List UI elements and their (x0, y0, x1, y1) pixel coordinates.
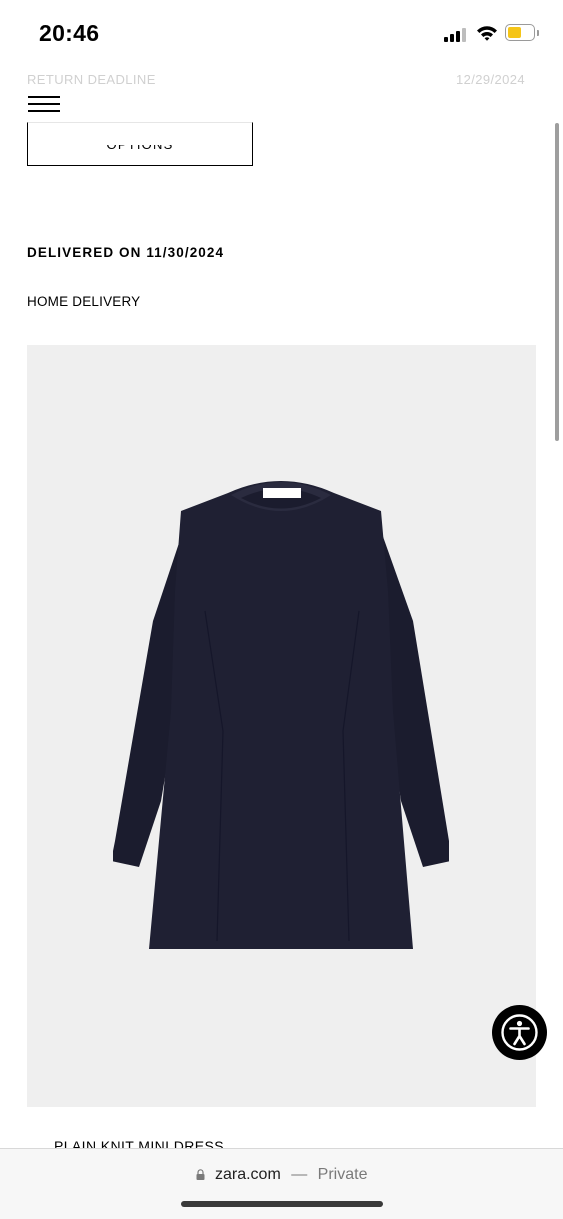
status-time: 20:46 (39, 20, 100, 46)
status-bar: 20:46 (0, 0, 563, 66)
options-button[interactable]: OPTIONS (27, 122, 253, 166)
delivery-type: HOME DELIVERY (27, 294, 141, 309)
delivered-date: DELIVERED ON 11/30/2024 (27, 245, 225, 260)
url-text: zara.com (214, 1166, 281, 1183)
accessibility-icon (501, 1014, 538, 1051)
menu-icon[interactable] (28, 96, 60, 112)
wifi-icon (477, 26, 497, 41)
options-button-mask (28, 123, 252, 145)
address-bar[interactable]: zara.com — Private (0, 1166, 563, 1184)
battery-icon (505, 24, 535, 41)
product-image[interactable] (27, 345, 536, 1107)
home-indicator[interactable] (181, 1201, 383, 1207)
scrollbar[interactable] (555, 123, 559, 441)
dress-image (113, 481, 449, 949)
battery-cap (537, 30, 539, 36)
browser-bottom-bar: zara.com — Private (0, 1148, 563, 1219)
lock-icon (196, 1169, 205, 1180)
accessibility-button[interactable] (492, 1005, 547, 1060)
return-deadline-label: RETURN DEADLINE (27, 72, 156, 87)
signal-icon (444, 27, 468, 42)
return-deadline-date: 12/29/2024 (456, 72, 526, 87)
url-separator: — (291, 1166, 308, 1183)
private-mode-label: Private (317, 1166, 368, 1183)
